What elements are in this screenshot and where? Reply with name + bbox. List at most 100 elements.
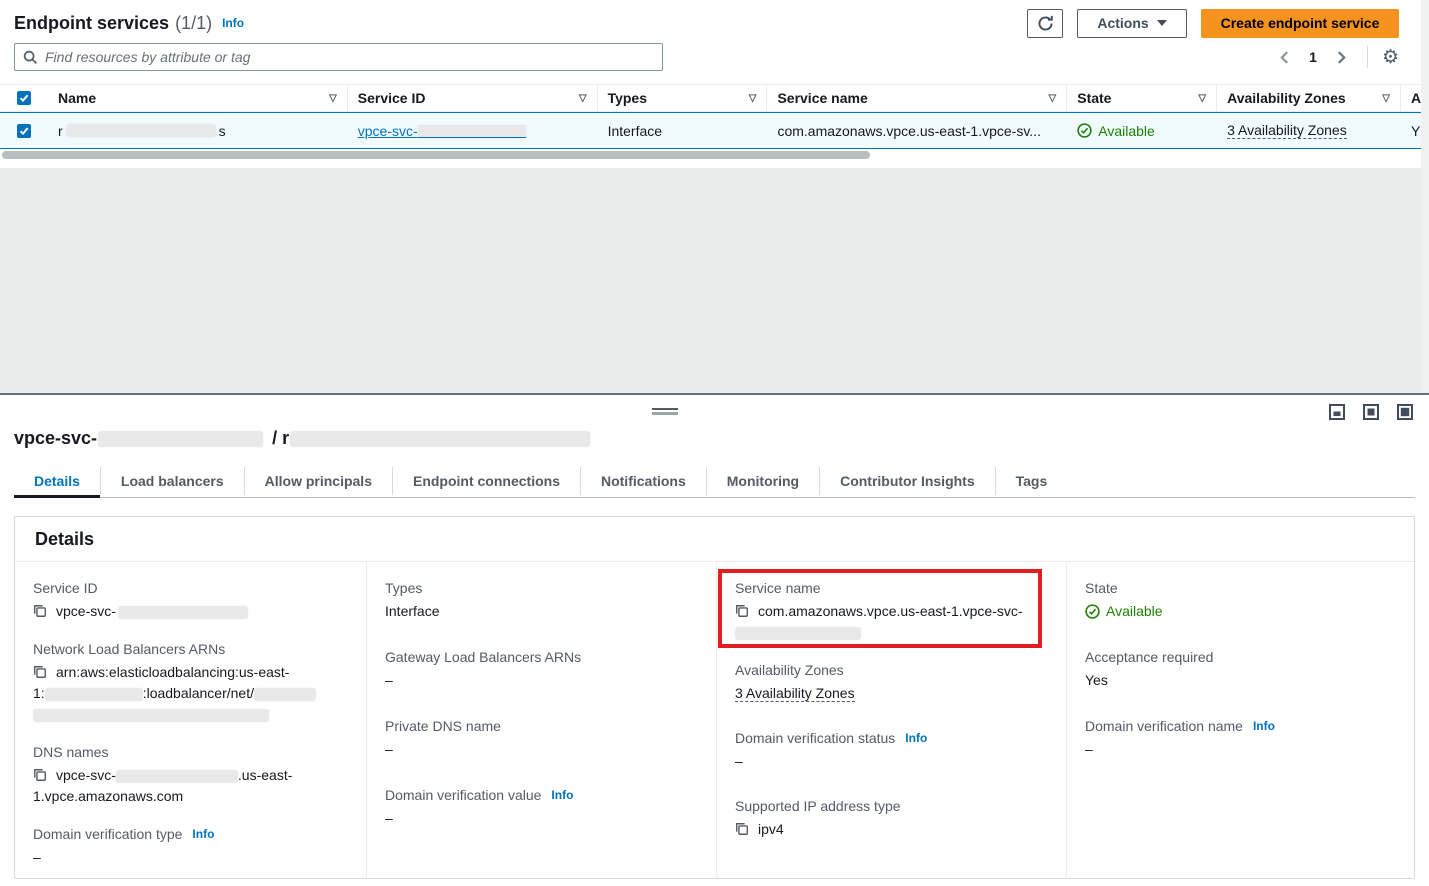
redacted-text — [116, 770, 238, 783]
chevron-left-icon — [1280, 51, 1289, 64]
table-header-row: Name ▽ Service ID ▽ Types ▽ Service name… — [0, 85, 1421, 112]
tab-endpoint-connections[interactable]: Endpoint connections — [393, 467, 581, 495]
refresh-button[interactable] — [1027, 9, 1063, 38]
header-info-link[interactable]: Info — [222, 16, 244, 30]
panel-size-medium-button[interactable] — [1363, 404, 1379, 420]
details-card: Details Service ID vpce-svc- Network Loa… — [14, 516, 1415, 879]
service-id-link[interactable]: vpce-svc- — [358, 123, 526, 139]
empty-background — [0, 168, 1429, 393]
redacted-text — [418, 125, 526, 138]
redacted-text — [98, 431, 263, 447]
create-endpoint-service-button[interactable]: Create endpoint service — [1201, 9, 1399, 38]
vertical-scrollbar[interactable] — [1421, 0, 1429, 393]
cell-types: Interface — [598, 113, 768, 148]
panel-size-small-button[interactable] — [1329, 404, 1345, 420]
filter-icon: ▽ — [1049, 93, 1057, 104]
field-glb-arns: Gateway Load Balancers ARNs – — [385, 649, 698, 691]
field-private-dns-name: Private DNS name – — [385, 718, 698, 760]
info-link[interactable]: Info — [905, 731, 927, 745]
tab-details[interactable]: Details — [14, 467, 101, 495]
select-all-cell — [0, 85, 48, 111]
info-link[interactable]: Info — [1253, 719, 1275, 733]
tab-allow-principals[interactable]: Allow principals — [245, 467, 393, 495]
cell-service-id: vpce-svc- — [348, 113, 598, 148]
preferences-gear-icon[interactable]: ⚙ — [1382, 48, 1399, 67]
field-service-id: Service ID vpce-svc- — [33, 580, 348, 622]
endpoint-services-page: Endpoint services (1/1) Info Actions Cre… — [0, 0, 1429, 886]
redacted-text — [290, 431, 590, 447]
actions-button[interactable]: Actions — [1077, 9, 1187, 38]
page-title: Endpoint services — [14, 13, 169, 34]
horizontal-scrollbar-thumb[interactable] — [2, 151, 870, 159]
row-select-cell — [0, 113, 48, 148]
info-link[interactable]: Info — [192, 827, 214, 841]
field-types: Types Interface — [385, 580, 698, 622]
column-header-acceptance[interactable]: A — [1401, 85, 1421, 111]
panel-size-large-button[interactable] — [1397, 404, 1413, 420]
cell-state: Available — [1067, 113, 1217, 148]
select-all-checkbox[interactable] — [17, 91, 31, 105]
horizontal-scrollbar — [0, 150, 1421, 160]
field-supported-ip-address-type: Supported IP address type ipv4 — [735, 798, 1048, 840]
filter-icon: ▽ — [1198, 93, 1206, 104]
details-column-3: Service name com.amazonaws.vpce.us-east-… — [717, 562, 1067, 878]
pagination: 1 ⚙ — [1273, 46, 1399, 68]
column-header-name[interactable]: Name ▽ — [48, 85, 348, 111]
column-header-types[interactable]: Types ▽ — [598, 85, 768, 111]
field-acceptance-required: Acceptance required Yes — [1085, 649, 1396, 691]
checkmark-icon — [19, 126, 29, 136]
field-domain-verification-name: Domain verification nameInfo – — [1085, 718, 1396, 760]
info-link[interactable]: Info — [551, 788, 573, 802]
detail-split-panel: vpce-svc- / r Details Load balancers All… — [0, 393, 1429, 886]
tab-tags[interactable]: Tags — [996, 467, 1068, 495]
next-page-button[interactable] — [1331, 46, 1353, 68]
cell-availability-zones: 3 Availability Zones — [1217, 113, 1401, 148]
checkmark-icon — [19, 93, 29, 103]
redacted-text — [735, 627, 861, 640]
tab-load-balancers[interactable]: Load balancers — [101, 467, 245, 495]
previous-page-button[interactable] — [1273, 46, 1295, 68]
redacted-text — [45, 688, 143, 701]
tab-contributor-insights[interactable]: Contributor Insights — [820, 467, 996, 495]
copy-icon[interactable] — [33, 768, 47, 782]
column-header-service-name[interactable]: Service name ▽ — [767, 85, 1067, 111]
field-state: State Available — [1085, 580, 1396, 622]
panel-title: vpce-svc- / r — [14, 428, 590, 449]
details-card-body: Service ID vpce-svc- Network Load Balanc… — [15, 562, 1414, 878]
column-header-availability-zones[interactable]: Availability Zones ▽ — [1217, 85, 1401, 111]
field-service-name: Service name com.amazonaws.vpce.us-east-… — [735, 580, 1048, 643]
row-checkbox[interactable] — [17, 124, 31, 138]
tab-monitoring[interactable]: Monitoring — [707, 467, 820, 495]
filter-icon: ▽ — [329, 93, 337, 104]
details-column-2: Types Interface Gateway Load Balancers A… — [367, 562, 717, 878]
copy-icon[interactable] — [735, 604, 749, 618]
toolbar-row: 1 ⚙ — [14, 43, 1399, 71]
actions-button-label: Actions — [1097, 15, 1148, 31]
tab-notifications[interactable]: Notifications — [581, 467, 707, 495]
cell-name: rs — [48, 113, 348, 148]
field-nlb-arns: Network Load Balancers ARNs arn:aws:elas… — [33, 641, 348, 725]
availability-zones-popover[interactable]: 3 Availability Zones — [1227, 122, 1347, 139]
copy-icon[interactable] — [33, 665, 47, 679]
copy-icon[interactable] — [735, 822, 749, 836]
field-dns-names: DNS names vpce-svc-.us-east- 1.vpce.amaz… — [33, 744, 348, 807]
page-number[interactable]: 1 — [1305, 49, 1321, 65]
column-header-service-id[interactable]: Service ID ▽ — [348, 85, 598, 111]
details-card-title: Details — [15, 517, 1414, 562]
header-actions: Actions Create endpoint service — [1027, 9, 1399, 38]
field-availability-zones: Availability Zones 3 Availability Zones — [735, 662, 1048, 704]
refresh-icon — [1037, 15, 1054, 32]
page-header: Endpoint services (1/1) Info Actions Cre… — [14, 8, 1399, 38]
filter-icon: ▽ — [1382, 93, 1390, 104]
chevron-right-icon — [1337, 51, 1346, 64]
panel-resize-handle[interactable] — [652, 408, 678, 415]
field-domain-verification-status: Domain verification statusInfo – — [735, 730, 1048, 772]
field-domain-verification-type: Domain verification typeInfo – — [33, 826, 348, 868]
table-row[interactable]: rs vpce-svc- Interface com.amazonaws.vpc… — [0, 112, 1421, 149]
availability-zones-popover[interactable]: 3 Availability Zones — [735, 685, 855, 702]
search-icon — [23, 50, 38, 65]
column-header-state[interactable]: State ▽ — [1067, 85, 1217, 111]
resource-search[interactable] — [14, 43, 663, 71]
search-input[interactable] — [45, 49, 654, 65]
copy-icon[interactable] — [33, 604, 47, 618]
